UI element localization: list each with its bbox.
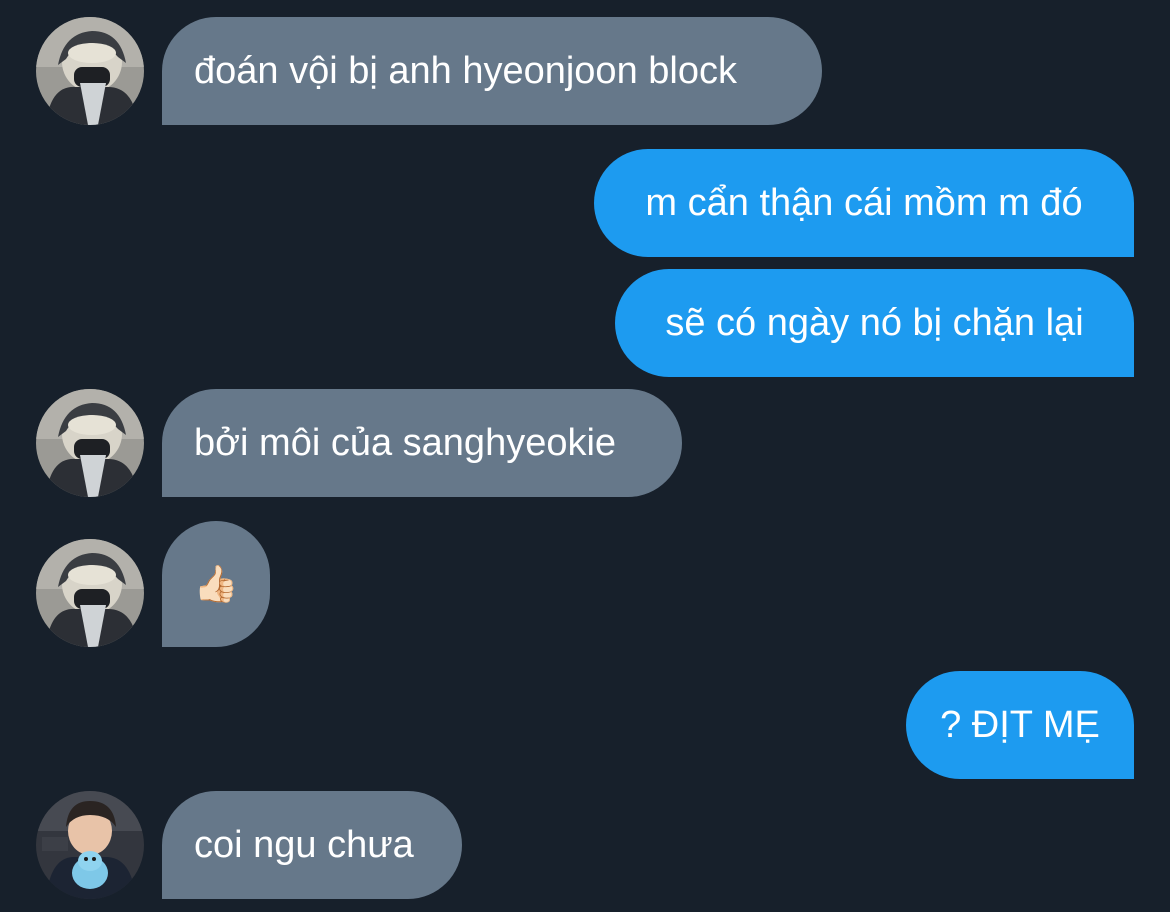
avatar[interactable] (36, 17, 144, 125)
message-text: đoán vội bị anh hyeonjoon block (194, 50, 737, 92)
avatar[interactable] (36, 539, 144, 647)
outgoing-message-bubble[interactable]: m cẩn thận cái mồm m đó (594, 149, 1134, 257)
message-text: sẽ có ngày nó bị chặn lại (665, 302, 1084, 344)
outgoing-message-bubble[interactable]: ? ĐỊT MẸ (906, 671, 1134, 779)
avatar[interactable] (36, 791, 144, 899)
person-b-avatar-image (36, 791, 144, 899)
person-a-avatar-image (36, 389, 144, 497)
incoming-message-bubble[interactable]: 👍🏻 (162, 521, 270, 647)
incoming-message-bubble[interactable]: coi ngu chưa (162, 791, 462, 899)
avatar[interactable] (36, 389, 144, 497)
incoming-message-bubble[interactable]: đoán vội bị anh hyeonjoon block (162, 17, 822, 125)
person-a-avatar-image (36, 17, 144, 125)
person-a-avatar-image (36, 539, 144, 647)
message-text: ? ĐỊT MẸ (940, 704, 1100, 746)
incoming-message-bubble[interactable]: bởi môi của sanghyeokie (162, 389, 682, 497)
message-text: coi ngu chưa (194, 824, 414, 866)
message-text: bởi môi của sanghyeokie (194, 422, 617, 464)
message-text: m cẩn thận cái mồm m đó (645, 182, 1083, 224)
outgoing-message-bubble[interactable]: sẽ có ngày nó bị chặn lại (615, 269, 1134, 377)
thumbs-up-icon: 👍🏻 (193, 563, 239, 604)
